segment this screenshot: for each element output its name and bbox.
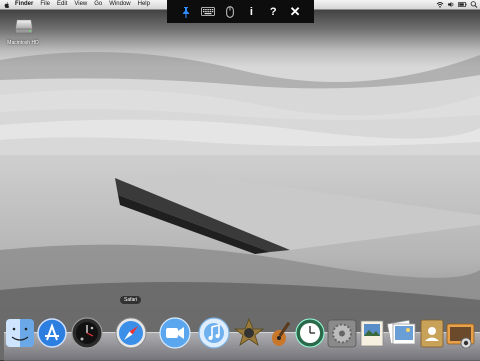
dock-item-finder[interactable] <box>3 316 37 352</box>
menu-edit[interactable]: Edit <box>57 0 67 9</box>
menu-finder[interactable]: Finder <box>15 0 33 9</box>
hard-drive-icon <box>15 19 33 34</box>
dock-item-time-machine[interactable] <box>293 316 327 352</box>
preview-icon <box>360 320 384 347</box>
menu-view[interactable]: View <box>74 0 87 9</box>
system-preferences-icon <box>327 319 357 348</box>
time-machine-icon <box>295 318 325 348</box>
mouse-icon[interactable] <box>221 3 239 21</box>
app-store-icon <box>37 318 67 348</box>
macintosh-hd[interactable]: Macintosh HD <box>6 18 40 46</box>
facetime-icon <box>159 317 191 349</box>
battery-icon[interactable] <box>458 0 467 9</box>
close-icon[interactable]: ✕ <box>286 3 304 21</box>
dock-item-dashboard[interactable] <box>70 316 104 352</box>
hd-label: Macintosh HD <box>7 40 39 46</box>
finder-icon <box>6 319 34 347</box>
dock-item-image-capture[interactable] <box>444 316 478 352</box>
dock-item-safari[interactable] <box>114 316 148 352</box>
dock-item-photo-app[interactable] <box>385 316 419 352</box>
keyboard-icon[interactable] <box>199 3 217 21</box>
menu-window[interactable]: Window <box>109 0 130 9</box>
dock-tooltip: Safari <box>120 296 142 304</box>
imovie-icon <box>233 317 265 346</box>
dock-item-facetime[interactable] <box>158 316 192 352</box>
dock-item-imovie[interactable] <box>232 316 266 352</box>
wifi-icon[interactable] <box>436 0 444 9</box>
dock-item-preview[interactable] <box>355 316 389 352</box>
photo-icon <box>386 319 416 345</box>
dock-item-itunes[interactable] <box>197 316 231 352</box>
volume-icon[interactable] <box>447 0 455 9</box>
menu-go[interactable]: Go <box>94 0 102 9</box>
menu-file[interactable]: File <box>40 0 50 9</box>
image-capture-icon <box>446 323 475 349</box>
pin-icon[interactable] <box>177 3 195 21</box>
remote-toolbar: i ? ✕ <box>167 0 314 23</box>
info-icon[interactable]: i <box>242 3 260 21</box>
safari-icon <box>115 317 147 349</box>
dock-item-app-store[interactable] <box>35 316 69 352</box>
spotlight-icon[interactable] <box>470 0 478 9</box>
help-icon[interactable]: ? <box>264 3 282 21</box>
desktop-wallpaper <box>0 0 480 360</box>
dashboard-icon <box>71 317 103 349</box>
apple-icon[interactable] <box>4 1 10 8</box>
menu-help[interactable]: Help <box>138 0 150 9</box>
dock-item-system-preferences[interactable] <box>325 316 359 352</box>
itunes-icon <box>198 317 230 349</box>
